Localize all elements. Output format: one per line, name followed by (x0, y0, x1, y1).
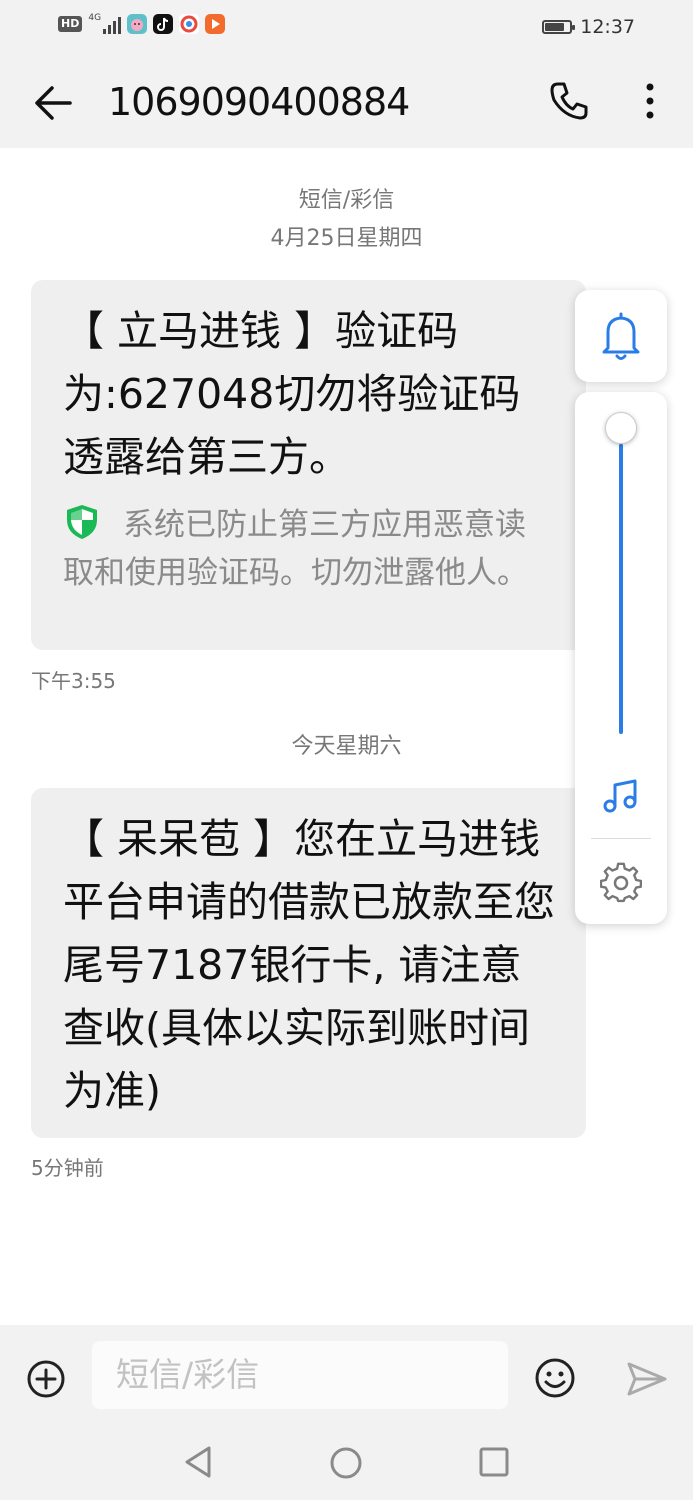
plus-circle-icon (27, 1360, 65, 1398)
network-label: 4G (88, 13, 102, 23)
music-note-icon[interactable] (601, 776, 641, 816)
add-attachment-button[interactable] (26, 1359, 66, 1399)
status-bar: HD 4G 12:37 (0, 0, 693, 56)
volume-slider-thumb[interactable] (605, 412, 637, 444)
browser-icon (179, 14, 200, 34)
message-bubble[interactable]: 【 呆呆苞 】您在立马进钱平台申请的借款已放款至您尾号7187银行卡, 请注意查… (31, 788, 586, 1138)
nav-back-button[interactable] (183, 1445, 215, 1479)
message-time: 下午3:55 (31, 669, 116, 693)
send-button[interactable] (626, 1361, 668, 1397)
nav-recents-button[interactable] (478, 1446, 510, 1478)
volume-panel (575, 392, 667, 924)
circle-home-icon (330, 1447, 362, 1479)
message-body: 【 呆呆苞 】您在立马进钱平台申请的借款已放款至您尾号7187银行卡, 请注意查… (63, 815, 555, 1115)
composer-bar: 短信/彩信 (0, 1325, 693, 1500)
message-body: 【 立马进钱 】验证码为:627048切勿将验证码透露给第三方。 (63, 307, 521, 481)
ringer-mode-button[interactable] (575, 290, 667, 382)
signal-icon: 4G (88, 13, 122, 34)
status-right: 12:37 (542, 16, 635, 38)
back-button[interactable] (30, 80, 76, 126)
call-button[interactable] (546, 78, 592, 124)
square-recents-icon (479, 1447, 509, 1477)
triangle-back-icon (185, 1446, 211, 1478)
battery-icon (542, 20, 576, 34)
shield-icon (67, 505, 97, 539)
volume-slider[interactable] (619, 422, 623, 734)
conversation-header: 1069090400884 (0, 56, 693, 148)
video-app-icon (205, 14, 226, 34)
more-vertical-icon (646, 83, 654, 119)
status-left: HD 4G (58, 13, 226, 34)
divider (591, 838, 651, 839)
app-icon-pig (127, 14, 148, 34)
security-note: 系统已防止第三方应用恶意读取和使用验证码。切勿泄露他人。 (63, 501, 556, 597)
date-separator: 4月25日星期四 (270, 226, 423, 251)
contact-number: 1069090400884 (108, 80, 410, 124)
send-icon (627, 1362, 667, 1396)
emoji-button[interactable] (534, 1357, 576, 1399)
smiley-icon (535, 1358, 575, 1398)
volume-slider-fill (619, 444, 623, 734)
tiktok-icon (153, 14, 174, 34)
more-options-button[interactable] (632, 78, 668, 124)
hd-badge: HD (58, 16, 83, 32)
message-bubble[interactable]: 【 立马进钱 】验证码为:627048切勿将验证码透露给第三方。 系统已防止第三… (31, 280, 586, 650)
nav-home-button[interactable] (329, 1446, 363, 1480)
message-type-label: 短信/彩信 (298, 188, 395, 213)
security-note-text: 系统已防止第三方应用恶意读取和使用验证码。切勿泄露他人。 (63, 507, 528, 591)
arrow-left-icon (35, 86, 72, 120)
gear-icon[interactable] (600, 862, 642, 904)
message-time: 5分钟前 (31, 1156, 104, 1180)
phone-icon (550, 82, 588, 120)
message-input[interactable]: 短信/彩信 (92, 1341, 508, 1409)
bell-icon (602, 312, 640, 360)
status-time: 12:37 (580, 16, 635, 38)
